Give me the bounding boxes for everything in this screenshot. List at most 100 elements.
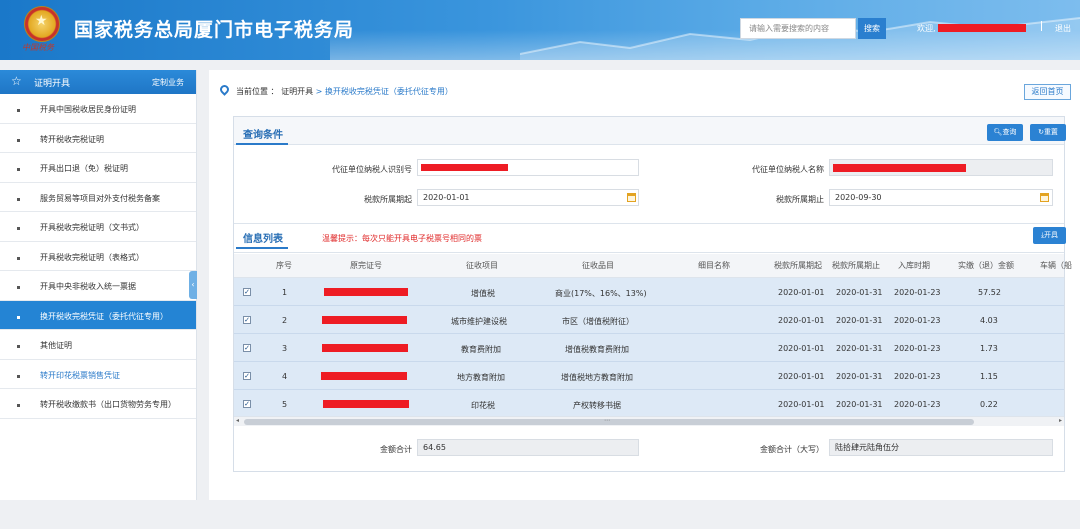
logout-link[interactable]: 退出 [1055,23,1071,34]
sidebar-item-label: 服务贸易等项目对外支付税务备案 [40,193,160,203]
sidebar-item[interactable]: 服务贸易等项目对外支付税务备案 [0,183,196,212]
breadcrumb-label: 当前位置 ： [236,87,279,96]
cell-amount: 4.03 [980,316,998,325]
agent-id-label: 代征单位纳税人识别号 [332,165,412,174]
bullet-icon [17,109,20,112]
search-button[interactable]: 搜索 [858,18,886,39]
row-checkbox[interactable]: ✓ [243,288,251,296]
cell-item: 地方教育附加 [457,373,505,382]
sidebar-item[interactable]: 转开税收缴款书（出口货物劳务专用） [0,389,196,419]
bullet-icon [17,374,20,378]
calendar-icon[interactable] [627,193,636,202]
cell-item: 印花税 [471,401,495,410]
sidebar-item[interactable]: 其他证明 [0,330,196,360]
sidebar-item[interactable]: 开具中国税收居民身份证明 [0,94,196,124]
cell-period-end: 2020-01-31 [836,400,883,409]
redacted-username [938,24,1026,32]
cell-amount: 1.73 [980,344,998,353]
cell-storage-date: 2020-01-23 [894,372,941,381]
sidebar-item-label: 其他证明 [40,341,72,350]
header-divider [1041,21,1042,31]
issue-button[interactable]: ⤓开具 [1033,227,1066,244]
cell-sub-item: 增值税教育费附加 [565,345,629,354]
bullet-icon [17,315,20,319]
query-section-bar [234,117,1064,145]
row-checkbox[interactable]: ✓ [243,400,251,408]
query-tab-underline [236,143,288,145]
cell-period-start: 2020-01-01 [778,344,825,353]
cell-period-start: 2020-01-01 [778,316,825,325]
sidebar-item-label: 转开印花税票销售凭证 [40,370,120,380]
sidebar-item[interactable]: 开具税收完税证明（表格式） [0,242,196,271]
sidebar-item[interactable]: 开具中央非税收入统一票据 [0,271,196,301]
row-checkbox[interactable]: ✓ [243,372,251,380]
sum-field: 64.65 [417,439,639,456]
col-header-period-start: 税款所属期起 [774,261,822,270]
calendar-icon[interactable] [1040,193,1049,202]
cell-item: 教育费附加 [461,345,501,354]
cell-storage-date: 2020-01-23 [894,288,941,297]
col-header-vehicle: 车辆（船 [1040,261,1072,270]
period-end-field[interactable]: 2020-09-30 [829,189,1053,206]
sidebar-collapse-handle[interactable]: ‹ [189,271,197,299]
sidebar: ☆ 证明开具 定制业务 开具中国税收居民身份证明 转开税收完税证明 开具出口退（… [0,70,197,500]
cell-period-start: 2020-01-01 [778,372,825,381]
row-checkbox[interactable]: ✓ [243,344,251,352]
period-start-label: 税款所属期起 [364,195,412,204]
cell-item: 增值税 [471,289,495,298]
redacted-agent-id [421,164,508,171]
search-input[interactable]: 请输入需要搜索的内容 [740,18,856,39]
redacted-cert-no [321,372,407,380]
sidebar-item-label: 转开税收缴款书（出口货物劳务专用） [40,400,176,409]
breadcrumb-parent[interactable]: 证明开具 [281,87,313,96]
custom-business-link[interactable]: 定制业务 [152,77,184,88]
bullet-icon [17,168,20,171]
col-header-amount: 实缴（退）金额 [958,261,1014,270]
query-button[interactable]: 🔍︎查询 [987,124,1023,141]
breadcrumb: 当前位置 ： 证明开具 > 换开税收完税凭证（委托代征专用） [236,86,453,97]
sidebar-item-active[interactable]: 换开税收完税凭证（委托代征专用） [0,300,196,330]
cell-sub-item: 市区（增值税附征） [562,317,634,326]
emblem-text: 中国税务 [22,43,54,52]
scroll-left-icon[interactable]: ◂ [236,417,239,424]
agent-name-label: 代征单位纳税人名称 [752,165,824,174]
sum-label: 金额合计 [380,445,412,454]
sidebar-item[interactable]: 开具税收完税证明（文书式） [0,212,196,242]
redacted-cert-no [322,344,408,352]
sidebar-item[interactable]: 开具出口退（免）税证明 [0,153,196,183]
cell-sub-item: 商业(17%、16%、13%) [555,289,647,298]
col-header-period-end: 税款所属期止 [832,261,880,270]
sidebar-item-label: 开具出口退（免）税证明 [40,164,128,173]
cell-sub-item: 产权转移书据 [573,401,621,410]
bullet-icon [17,256,20,260]
col-header-sub-item: 征收品目 [582,261,614,270]
col-header-item: 征收项目 [466,261,498,270]
back-home-button[interactable]: 返回首页 [1024,84,1071,100]
horizontal-scrollbar[interactable]: ◂ ⋯ ▸ [234,416,1064,426]
sidebar-item-label: 开具税收完税证明（表格式） [40,252,144,262]
sum-cn-label: 金额合计（大写） [760,445,824,454]
sidebar-item-label: 开具中央非税收入统一票据 [40,282,136,291]
sidebar-item[interactable]: 转开税收完税证明 [0,124,196,153]
breadcrumb-current: > 换开税收完税凭证（委托代征专用） [313,87,453,96]
bullet-icon [17,286,20,289]
sidebar-item-label: 开具中国税收居民身份证明 [40,105,136,114]
scroll-right-icon[interactable]: ▸ [1059,417,1062,424]
reset-button-label: 重置 [1043,128,1058,136]
col-header-no: 序号 [276,261,292,270]
sidebar-item[interactable]: 转开印花税票销售凭证 [0,360,196,389]
reset-button[interactable]: ↻重置 [1030,124,1066,141]
cell-period-end: 2020-01-31 [836,344,883,353]
row-checkbox[interactable]: ✓ [243,316,251,324]
cell-no: 2 [282,316,288,325]
sidebar-item-label: 开具税收完税证明（文书式） [40,223,144,232]
cell-amount: 57.52 [978,288,1001,297]
redacted-cert-no [324,288,408,296]
sidebar-item-label: 换开税收完税凭证（委托代征专用） [40,311,168,321]
cell-storage-date: 2020-01-23 [894,400,941,409]
period-start-field[interactable]: 2020-01-01 [417,189,639,206]
cell-item: 城市维护建设税 [451,317,507,326]
bullet-icon [17,197,20,201]
welcome-text: 欢迎, [917,24,936,33]
cell-storage-date: 2020-01-23 [894,344,941,353]
